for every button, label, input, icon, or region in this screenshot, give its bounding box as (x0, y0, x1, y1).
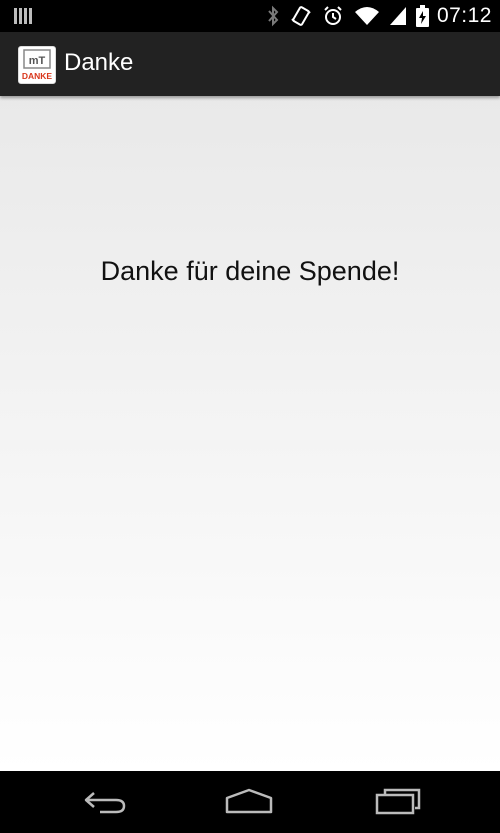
action-bar: mT DANKE Danke (0, 32, 500, 96)
vibrate-icon (290, 5, 312, 27)
back-icon[interactable] (74, 787, 134, 817)
navigation-bar (0, 771, 500, 833)
signal-icon (389, 5, 406, 27)
battery-charging-icon (415, 5, 429, 27)
notification-icon (14, 6, 32, 26)
recents-icon[interactable] (367, 787, 427, 817)
app-logo-caption: DANKE (22, 71, 53, 81)
status-bar: 07:12 (0, 0, 500, 32)
thank-you-message: Danke für deine Spende! (100, 256, 400, 286)
home-icon[interactable] (219, 787, 279, 817)
main-content: Danke für deine Spende! (0, 96, 500, 771)
phone-screen: 07:12 mT DANKE Danke Danke für deine Spe… (0, 0, 500, 833)
status-time: 07:12 (436, 4, 492, 27)
app-logo-text: mT (29, 55, 46, 67)
page-title: Danke (64, 49, 134, 76)
alarm-icon (322, 5, 344, 27)
status-icons: 07:12 (266, 0, 492, 32)
app-logo-icon[interactable]: mT DANKE (18, 46, 56, 84)
bluetooth-icon (266, 5, 280, 27)
wifi-icon (354, 5, 380, 27)
